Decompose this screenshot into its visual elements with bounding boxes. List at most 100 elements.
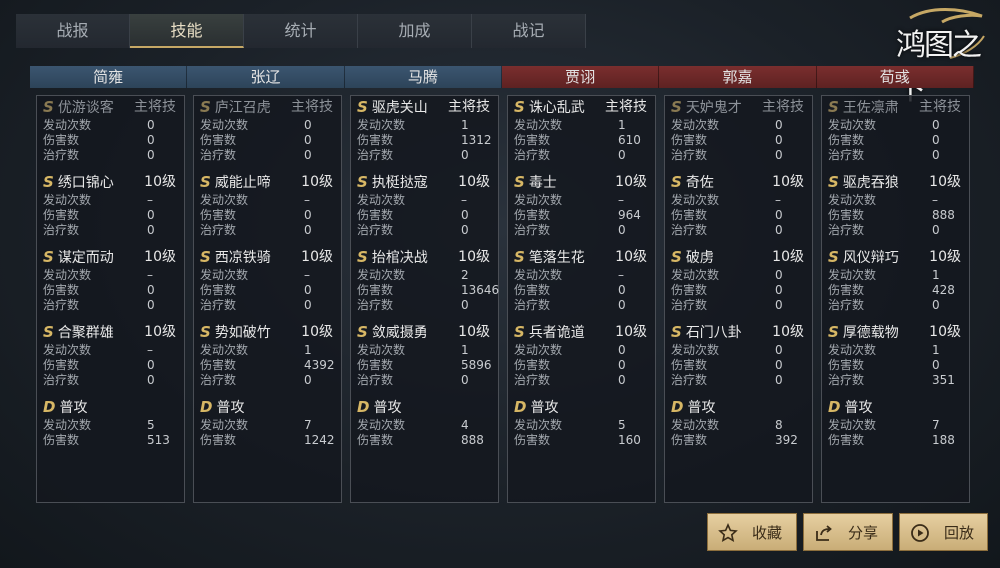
skill-block: S 庐江召虎 主将技 发动次数 0 伤害数 0 治疗数 0 [200,96,335,170]
stat-value: 0 [147,118,155,132]
skill-header[interactable]: D 普攻 [671,396,806,418]
stat-value: 5896 [461,358,492,372]
stat-label: 治疗数 [43,373,80,387]
skill-header[interactable]: S 抬棺决战 10级 [357,246,492,268]
skill-stat-row: 发动次数 1 [828,268,963,283]
stat-value: 0 [932,148,940,162]
stat-label: 伤害数 [514,433,551,447]
skill-header[interactable]: S 风仪辩巧 10级 [828,246,963,268]
tab-statistics[interactable]: 统计 [244,14,358,48]
stat-value: 2 [461,268,469,282]
stat-label: 伤害数 [357,283,394,297]
skill-name: 威能止啼 [214,175,271,191]
general-header: 马腾 [344,66,502,88]
skill-header[interactable]: S 驱虎吞狼 10级 [828,171,963,193]
tab-battle-record[interactable]: 战记 [472,14,586,48]
skill-header[interactable]: S 石门八卦 10级 [671,321,806,343]
skill-header[interactable]: S 笔落生花 10级 [514,246,649,268]
skill-header[interactable]: S 驱虎关山 主将技 [357,96,492,118]
skill-name: 笔落生花 [528,250,585,266]
stat-label: 伤害数 [200,283,237,297]
tab-skills[interactable]: 技能 [130,14,244,48]
stat-value: 8 [775,418,783,432]
skill-header[interactable]: S 势如破竹 10级 [200,321,335,343]
skill-columns: S 优游谈客 主将技 发动次数 0 伤害数 0 治疗数 0 S 绣口锦心 10级 发动次数 – 伤害数 0 治疗… [36,95,970,503]
skill-header[interactable]: S 庐江召虎 主将技 [200,96,335,118]
skill-header[interactable]: S 执梃挞寇 10级 [357,171,492,193]
general-headers: 简雍 张辽 马腾 贾诩 郭嘉 荀彧 [30,66,974,88]
skill-header[interactable]: S 威能止啼 10级 [200,171,335,193]
stat-label: 发动次数 [514,418,563,432]
skill-level: 10级 [772,324,804,340]
skill-stat-row: 伤害数 13646 [357,283,499,298]
skill-header[interactable]: S 优游谈客 主将技 [43,96,178,118]
skill-header[interactable]: S 破虏 10级 [671,246,806,268]
skill-name: 普攻 [59,400,88,416]
stat-label: 发动次数 [828,118,877,132]
stat-value: 0 [932,118,940,132]
stat-label: 发动次数 [43,118,92,132]
skill-name: 王佐凛肃 [842,100,899,116]
skill-stat-row: 发动次数 – [514,193,649,208]
skill-name: 执梃挞寇 [371,175,428,191]
skill-header[interactable]: S 奇佐 10级 [671,171,806,193]
stat-value: 0 [932,133,940,147]
stat-value: 1 [618,118,626,132]
skill-block: S 绣口锦心 10级 发动次数 – 伤害数 0 治疗数 0 [43,171,178,245]
stat-value: 5 [618,418,626,432]
skill-header[interactable]: S 兵者诡道 10级 [514,321,649,343]
share-button[interactable]: 分享 [803,513,893,551]
skill-name: 绣口锦心 [57,175,114,191]
tab-bonus[interactable]: 加成 [358,14,472,48]
skill-name: 抬棺决战 [371,250,428,266]
replay-button[interactable]: 回放 [899,513,988,551]
skill-level: 10级 [144,174,176,190]
stat-label: 发动次数 [514,193,563,207]
skill-grade: D [671,398,684,416]
skill-header[interactable]: D 普攻 [828,396,963,418]
stat-label: 发动次数 [671,343,720,357]
stat-value: 4392 [304,358,335,372]
stat-label: 发动次数 [43,268,92,282]
skill-stat-row: 治疗数 0 [43,298,178,313]
skill-block: S 优游谈客 主将技 发动次数 0 伤害数 0 治疗数 0 [43,96,178,170]
stat-value: – [147,193,153,207]
skill-header[interactable]: S 天妒鬼才 主将技 [671,96,806,118]
skill-block: S 毒士 10级 发动次数 – 伤害数 964 治疗数 0 [514,171,649,245]
collect-button[interactable]: 收藏 [707,513,797,551]
skill-header[interactable]: S 诛心乱武 主将技 [514,96,649,118]
skill-header[interactable]: D 普攻 [514,396,649,418]
skill-block: S 合聚群雄 10级 发动次数 – 伤害数 0 治疗数 0 [43,321,178,395]
stat-value: 0 [304,283,312,297]
stat-value: 0 [775,283,783,297]
skill-header[interactable]: D 普攻 [200,396,335,418]
stat-label: 治疗数 [828,223,865,237]
stat-value: 160 [618,433,641,447]
skill-header[interactable]: S 谋定而动 10级 [43,246,178,268]
skill-stat-row: 治疗数 0 [200,148,335,163]
stat-label: 治疗数 [357,373,394,387]
skill-name: 普攻 [687,400,716,416]
stat-label: 治疗数 [671,148,708,162]
skill-header[interactable]: S 毒士 10级 [514,171,649,193]
skill-header[interactable]: S 敛威摄勇 10级 [357,321,492,343]
stat-value: 0 [461,373,469,387]
skill-stat-row: 伤害数 5896 [357,358,492,373]
skill-header[interactable]: D 普攻 [357,396,492,418]
stat-label: 治疗数 [514,223,551,237]
skill-header[interactable]: S 西凉铁骑 10级 [200,246,335,268]
skill-block: S 抬棺决战 10级 发动次数 2 伤害数 13646 治疗数 0 [357,246,499,320]
skill-stat-row: 发动次数 5 [43,418,178,433]
tab-battle-report[interactable]: 战报 [16,14,130,48]
stat-label: 伤害数 [514,208,551,222]
skill-level: 10级 [458,249,490,265]
skill-header[interactable]: S 王佐凛肃 主将技 [828,96,963,118]
skill-header[interactable]: S 厚德载物 10级 [828,321,963,343]
stat-label: 伤害数 [200,358,237,372]
skill-header[interactable]: D 普攻 [43,396,178,418]
skill-header[interactable]: S 合聚群雄 10级 [43,321,178,343]
stat-value: 0 [147,298,155,312]
skill-header[interactable]: S 绣口锦心 10级 [43,171,178,193]
stat-label: 伤害数 [828,133,865,147]
stat-value: 0 [775,343,783,357]
